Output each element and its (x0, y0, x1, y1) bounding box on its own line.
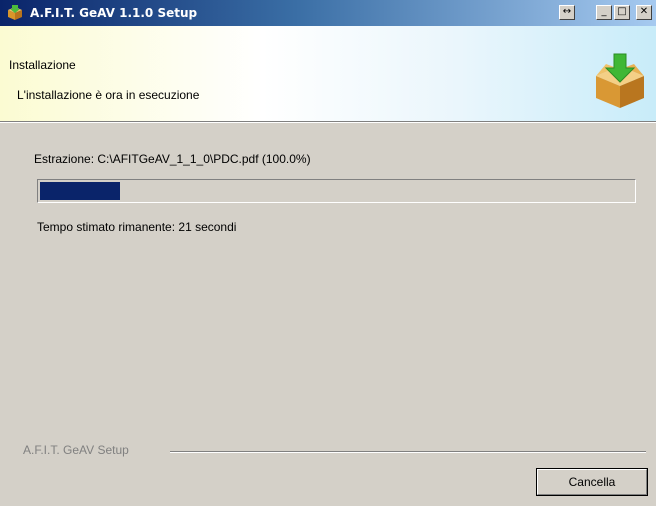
setup-app-icon (8, 5, 22, 20)
page-subtitle: L'installazione è ora in esecuzione (17, 88, 200, 102)
title-bar[interactable]: A.F.I.T. GeAV 1.1.0 Setup ↔ _ □ ✕ (0, 0, 656, 26)
maximize-button[interactable]: □ (614, 5, 630, 20)
header-panel: Installazione L'installazione è ora in e… (0, 26, 656, 122)
cancel-button-label: Cancella (568, 475, 616, 489)
header-separator (0, 122, 656, 123)
brand-label: A.F.I.T. GeAV Setup (23, 443, 135, 457)
minimize-button[interactable]: _ (596, 5, 612, 20)
progress-fill (40, 182, 120, 200)
install-box-icon (596, 53, 644, 108)
setup-window: A.F.I.T. GeAV 1.1.0 Setup ↔ _ □ ✕ Instal… (0, 0, 656, 506)
install-progress-bar (37, 179, 636, 203)
close-button[interactable]: ✕ (636, 5, 652, 20)
resize-button[interactable]: ↔ (559, 5, 575, 20)
page-title: Installazione (9, 58, 76, 72)
footer-divider (170, 451, 646, 453)
window-title: A.F.I.T. GeAV 1.1.0 Setup (30, 6, 198, 20)
extraction-status: Estrazione: C:\AFITGeAV_1_1_0\PDC.pdf (1… (34, 152, 311, 166)
cancel-button[interactable]: Cancella (536, 468, 648, 496)
time-remaining: Tempo stimato rimanente: 21 secondi (37, 220, 237, 234)
